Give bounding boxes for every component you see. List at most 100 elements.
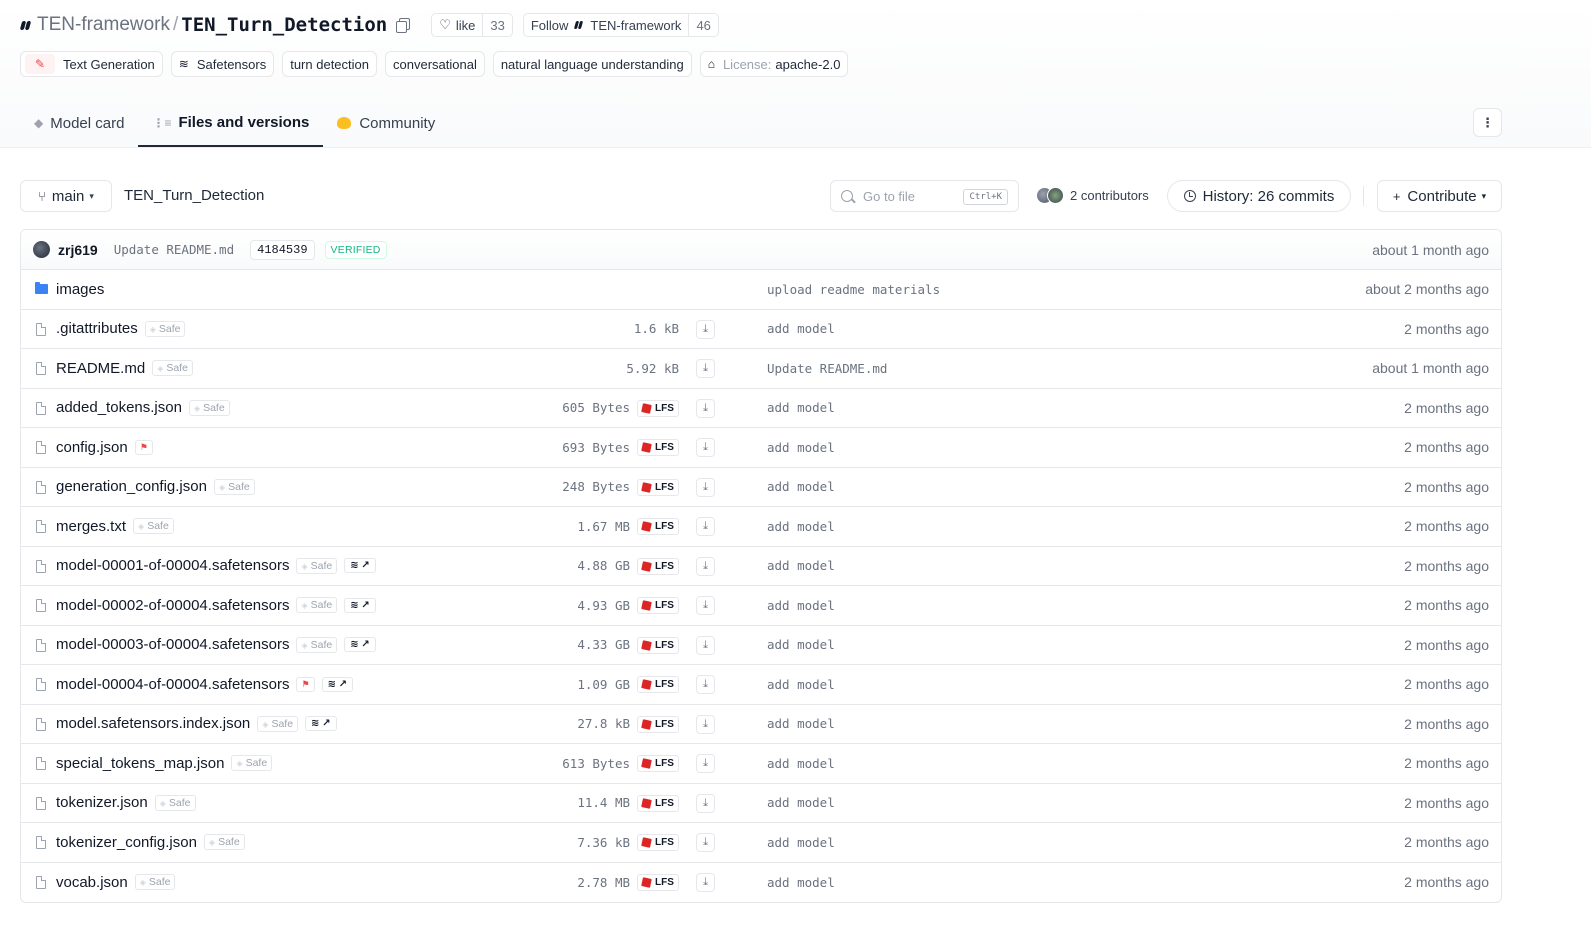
download-icon[interactable]: ⤓ [696, 754, 715, 773]
tab-community[interactable]: Community [323, 100, 449, 146]
safe-badge[interactable]: Safe [213, 478, 255, 495]
table-row[interactable]: model-00001-of-00004.safetensorsSafe≋ ↗ … [21, 547, 1501, 586]
file-name[interactable]: tokenizer.json [56, 794, 148, 811]
download-icon[interactable]: ⤓ [696, 319, 715, 339]
tag-nlu[interactable]: natural language understanding [492, 51, 692, 77]
file-commit-message[interactable]: add model [767, 665, 835, 704]
tag-license[interactable]: ⌂ License: apache-2.0 [699, 51, 849, 77]
like-button[interactable]: ♡ like 33 [431, 13, 513, 37]
file-commit-message[interactable]: add model [767, 389, 835, 428]
table-row[interactable]: model.safetensors.index.json Safe ≋ ↗ 27.8… [21, 705, 1501, 744]
file-commit-message[interactable]: add model [767, 823, 835, 862]
lfs-badge[interactable]: LFS [637, 597, 679, 614]
safe-badge[interactable]: Safe [296, 636, 338, 653]
table-row[interactable]: vocab.json Safe 2.78 MB LFS ⤓ add model 2… [21, 863, 1501, 903]
safe-badge[interactable]: Safe [134, 874, 176, 891]
copy-icon[interactable] [396, 18, 411, 33]
lfs-badge[interactable]: LFS [637, 676, 679, 693]
file-commit-message[interactable]: upload readme materials [767, 270, 940, 309]
search-input[interactable] [863, 188, 963, 204]
file-name[interactable]: .gitattributes [56, 320, 138, 337]
table-row[interactable]: generation_config.json Safe 248 Bytes LFS… [21, 468, 1501, 507]
file-search[interactable]: Ctrl+K [830, 180, 1019, 212]
breadcrumb[interactable]: TEN_Turn_Detection [124, 187, 264, 204]
safetensors-viewer-icon[interactable]: ≋ ↗ [344, 637, 376, 653]
file-commit-message[interactable]: add model [767, 705, 835, 744]
file-commit-message[interactable]: add model [767, 744, 835, 783]
lfs-badge[interactable]: LFS [637, 794, 679, 812]
table-row[interactable]: added_tokens.json Safe 605 Bytes LFS ⤓ ad… [21, 389, 1501, 428]
safe-badge[interactable]: Safe [188, 399, 230, 416]
contributors-link[interactable]: 2 contributors [1036, 187, 1149, 204]
branch-selector[interactable]: ⑂ main ▾ [20, 180, 112, 212]
file-name[interactable]: images [56, 281, 104, 298]
safe-badge[interactable]: Safe [296, 557, 338, 574]
file-commit-message[interactable]: add model [767, 863, 835, 903]
table-row[interactable]: images upload readme materials about 2 m… [21, 270, 1501, 310]
download-icon[interactable]: ⤓ [696, 793, 715, 813]
lfs-badge[interactable]: LFS [637, 636, 679, 654]
file-name[interactable]: model-00002-of-00004.safetensors [56, 597, 289, 614]
lfs-badge[interactable]: LFS [637, 439, 679, 456]
commit-author[interactable]: zrj619 [58, 242, 98, 258]
file-commit-message[interactable]: add model [767, 586, 835, 625]
tag-conversational[interactable]: conversational [385, 51, 485, 77]
tag-text-generation[interactable]: ✎ Text Generation [20, 51, 163, 77]
safetensors-viewer-icon[interactable]: ≋ ↗ [321, 676, 354, 692]
lfs-badge[interactable]: LFS [637, 478, 679, 496]
safetensors-viewer-icon[interactable]: ≋ ↗ [344, 558, 376, 574]
file-commit-message[interactable]: add model [767, 468, 835, 507]
table-row[interactable]: model-00003-of-00004.safetensorsSafe≋ ↗ … [21, 626, 1501, 665]
lfs-badge[interactable]: LFS [637, 715, 679, 733]
file-name[interactable]: special_tokens_map.json [56, 755, 224, 772]
file-commit-message[interactable]: Update README.md [767, 349, 887, 388]
tag-safetensors[interactable]: ≋ Safetensors [170, 51, 275, 77]
pickle-scan-icon[interactable]: ⚑ [134, 439, 153, 455]
file-name[interactable]: model-00001-of-00004.safetensors [56, 557, 289, 574]
safe-badge[interactable]: Safe [203, 834, 245, 851]
download-icon[interactable]: ⤓ [696, 714, 715, 734]
table-row[interactable]: tokenizer.json Safe 11.4 MB LFS ⤓ add mod… [21, 784, 1501, 823]
file-commit-message[interactable]: add model [767, 547, 835, 586]
download-icon[interactable]: ⤓ [696, 872, 715, 892]
download-icon[interactable]: ⤓ [696, 477, 715, 497]
history-button[interactable]: History: 26 commits [1167, 180, 1351, 212]
file-commit-message[interactable]: add model [767, 784, 835, 823]
commit-hash[interactable]: 4184539 [250, 239, 315, 260]
download-icon[interactable]: ⤓ [696, 556, 715, 576]
pickle-scan-icon[interactable]: ⚑ [296, 676, 315, 692]
file-name[interactable]: model-00003-of-00004.safetensors [56, 636, 289, 653]
safe-badge[interactable]: Safe [154, 794, 196, 811]
download-icon[interactable]: ⤓ [696, 596, 715, 615]
tab-files-and-versions[interactable]: ⋮≡ Files and versions [138, 100, 324, 147]
tag-turn-detection[interactable]: turn detection [282, 51, 377, 77]
table-row[interactable]: README.md Safe 5.92 kB ⤓ Update README.md… [21, 349, 1501, 389]
download-icon[interactable]: ⤓ [696, 398, 715, 418]
file-name[interactable]: added_tokens.json [56, 399, 182, 416]
safetensors-viewer-icon[interactable]: ≋ ↗ [305, 716, 337, 732]
download-icon[interactable]: ⤓ [696, 675, 715, 694]
repo-name-link[interactable]: TEN_Turn_Detection [181, 14, 387, 36]
file-name[interactable]: tokenizer_config.json [56, 834, 197, 851]
table-row[interactable]: config.json ⚑ 693 Bytes LFS ⤓ add model 2… [21, 428, 1501, 468]
safe-badge[interactable]: Safe [257, 715, 299, 732]
table-row[interactable]: model-00004-of-00004.safetensors ⚑ ≋ ↗ 1.0… [21, 665, 1501, 705]
file-name[interactable]: config.json [56, 439, 128, 456]
lfs-badge[interactable]: LFS [637, 873, 679, 891]
download-icon[interactable]: ⤓ [696, 359, 715, 378]
table-row[interactable]: special_tokens_map.json Safe 613 Bytes LF… [21, 744, 1501, 784]
lfs-badge[interactable]: LFS [637, 755, 679, 772]
lfs-badge[interactable]: LFS [637, 557, 679, 575]
download-icon[interactable]: ⤓ [696, 833, 715, 852]
download-icon[interactable]: ⤓ [696, 635, 715, 655]
lfs-badge[interactable]: LFS [637, 399, 679, 417]
file-commit-message[interactable]: add model [767, 310, 835, 349]
more-options-button[interactable]: ⋮ [1473, 108, 1502, 137]
safe-badge[interactable]: Safe [296, 597, 338, 614]
safe-badge[interactable]: Safe [144, 320, 186, 337]
file-name[interactable]: vocab.json [56, 874, 128, 891]
file-commit-message[interactable]: add model [767, 626, 835, 665]
table-row[interactable]: tokenizer_config.jsonSafe 7.36 kB LFS ⤓ … [21, 823, 1501, 863]
file-name[interactable]: model-00004-of-00004.safetensors [56, 676, 289, 693]
contribute-button[interactable]: + Contribute ▾ [1377, 180, 1502, 212]
